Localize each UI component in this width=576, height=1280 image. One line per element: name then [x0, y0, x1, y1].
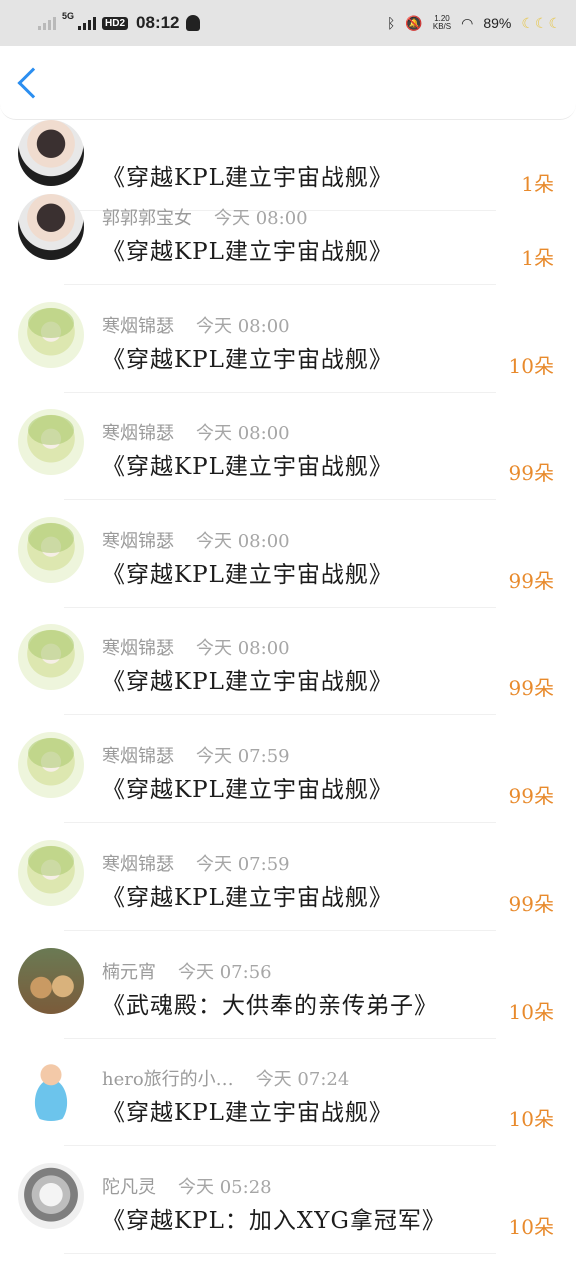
signal-icon: [78, 16, 97, 30]
avatar[interactable]: [18, 409, 84, 475]
divider: [64, 930, 496, 931]
divider: [64, 499, 496, 500]
top-nav-bar: [0, 46, 576, 120]
avatar[interactable]: [18, 302, 84, 368]
moon-icon: ☾☾☾: [521, 14, 562, 31]
qq-icon: [185, 15, 200, 31]
avatar[interactable]: [18, 1163, 84, 1229]
avatar[interactable]: [18, 732, 84, 798]
divider: [64, 822, 496, 823]
list-item[interactable]: 寒烟锦瑟 今天 08:00 《穿越KPL建立宇宙战舰》 99朵: [0, 393, 576, 500]
user-name: 楠元宵: [102, 962, 156, 983]
user-name: 郭郭郭宝女: [102, 208, 192, 229]
book-title: 《穿越KPL建立宇宙战舰》: [102, 347, 393, 373]
gift-amount: 99朵: [508, 569, 554, 593]
list-item[interactable]: 寒烟锦瑟 今天 08:00 《穿越KPL建立宇宙战舰》 99朵: [0, 608, 576, 715]
timestamp: 今天 08:00: [196, 316, 290, 337]
status-left: 5G HD2 08:12: [38, 11, 200, 33]
list-item[interactable]: 陀凡灵 今天 05:28 《穿越KPL：加入XYG拿冠军》 10朵: [0, 1147, 576, 1254]
avatar[interactable]: [18, 120, 84, 186]
list-item[interactable]: 寒烟锦瑟 今天 08:00 《穿越KPL建立宇宙战舰》 10朵: [0, 286, 576, 393]
divider: [64, 284, 496, 285]
book-title: 《穿越KPL建立宇宙战舰》: [102, 669, 393, 695]
timestamp: 今天 08:00: [196, 423, 290, 444]
network-type: 5G: [62, 11, 75, 21]
clock: 08:12: [136, 13, 180, 32]
user-name: 寒烟锦瑟: [102, 531, 174, 552]
user-name: 寒烟锦瑟: [102, 316, 174, 337]
gift-amount: 99朵: [508, 784, 554, 808]
network-speed: 1.20 KB/S: [433, 15, 451, 31]
signal-icon: [38, 16, 56, 30]
user-name: 寒烟锦瑟: [102, 746, 174, 767]
gift-amount: 10朵: [508, 1215, 554, 1239]
timestamp: 今天 07:24: [255, 1069, 350, 1090]
gift-amount: 99朵: [508, 892, 554, 916]
gift-amount: 10朵: [508, 354, 554, 378]
timestamp: 今天 08:00: [214, 208, 308, 229]
timestamp: 今天 08:00: [196, 531, 290, 552]
user-name: 寒烟锦瑟: [102, 423, 174, 444]
divider: [64, 714, 496, 715]
wifi-icon: ◠: [461, 14, 474, 31]
book-title: 《穿越KPL建立宇宙战舰》: [102, 1100, 393, 1126]
book-title: 《穿越KPL建立宇宙战舰》: [102, 454, 393, 480]
avatar[interactable]: [18, 517, 84, 583]
book-title: 《穿越KPL：加入XYG拿冠军》: [102, 1208, 446, 1234]
avatar[interactable]: [18, 1055, 84, 1121]
avatar[interactable]: [18, 194, 84, 260]
chevron-left-icon[interactable]: [17, 67, 49, 99]
list-item[interactable]: 寒烟锦瑟 今天 07:59 《穿越KPL建立宇宙战舰》 99朵: [0, 824, 576, 931]
list-item[interactable]: 寒烟锦瑟 今天 08:00 《穿越KPL建立宇宙战舰》 99朵: [0, 501, 576, 608]
book-title: 《穿越KPL建立宇宙战舰》: [102, 239, 393, 265]
mute-icon: 🔕: [405, 14, 423, 31]
book-title: 《穿越KPL建立宇宙战舰》: [102, 777, 393, 803]
hd-badge: HD2: [102, 16, 129, 30]
list-item[interactable]: 郭郭郭宝女 今天 08:00 《穿越KPL建立宇宙战舰》 1朵: [0, 178, 576, 285]
timestamp: 今天 07:56: [178, 962, 272, 983]
avatar[interactable]: [18, 840, 84, 906]
book-title: 《穿越KPL建立宇宙战舰》: [102, 885, 393, 911]
gift-amount: 99朵: [508, 461, 554, 485]
list-item[interactable]: 楠元宵 今天 07:56 《武魂殿：大供奉的亲传弟子》 10朵: [0, 932, 576, 1039]
user-name: 陀凡灵: [102, 1177, 156, 1198]
avatar[interactable]: [18, 948, 84, 1014]
gift-record-list: 《穿越KPL建立宇宙战舰》 1朵 郭郭郭宝女 今天 08:00 《穿越KPL建立宇…: [0, 0, 576, 1280]
avatar[interactable]: [18, 624, 84, 690]
book-title: 《武魂殿：大供奉的亲传弟子》: [102, 993, 438, 1019]
speed-unit: KB/S: [432, 22, 452, 31]
gift-amount: 99朵: [508, 676, 554, 700]
divider: [64, 1145, 496, 1146]
book-title: 《穿越KPL建立宇宙战舰》: [102, 562, 393, 588]
user-name: 寒烟锦瑟: [102, 638, 174, 659]
user-name: hero旅行的小…: [102, 1069, 234, 1090]
timestamp: 今天 07:59: [196, 746, 290, 767]
bluetooth-icon: ᛒ: [387, 15, 396, 31]
timestamp: 今天 05:28: [178, 1177, 272, 1198]
gift-amount: 1朵: [521, 246, 554, 270]
timestamp: 今天 07:59: [196, 854, 290, 875]
battery-level: 89%: [483, 15, 512, 31]
list-item[interactable]: hero旅行的小… 今天 07:24 《穿越KPL建立宇宙战舰》 10朵: [0, 1039, 576, 1146]
timestamp: 今天 08:00: [196, 638, 290, 659]
gift-amount: 10朵: [508, 1000, 554, 1024]
gift-amount: 10朵: [508, 1107, 554, 1131]
user-name: 寒烟锦瑟: [102, 854, 174, 875]
status-bar: 5G HD2 08:12 ᛒ 🔕 1.20 KB/S ◠ 89% ☾☾☾: [0, 0, 576, 46]
status-right: ᛒ 🔕 1.20 KB/S ◠ 89% ☾☾☾: [387, 15, 562, 32]
list-item[interactable]: 寒烟锦瑟 今天 07:59 《穿越KPL建立宇宙战舰》 99朵: [0, 716, 576, 823]
divider: [64, 1253, 496, 1254]
